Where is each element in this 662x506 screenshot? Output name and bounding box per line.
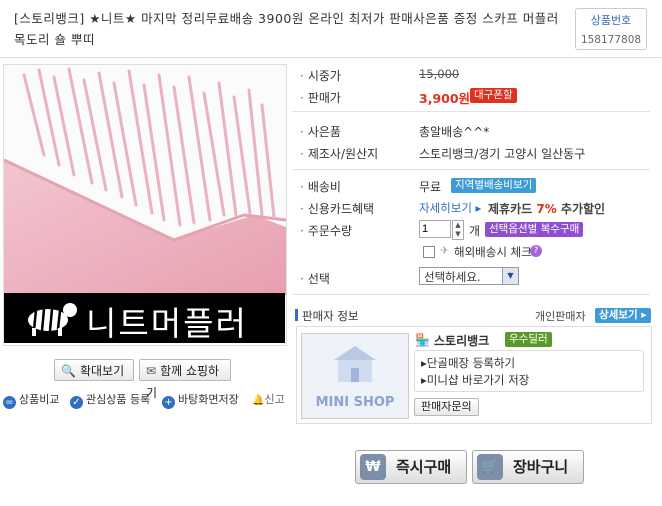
maker-label: 제조사/원산지 <box>300 145 378 162</box>
mini-shop-label: MINI SHOP <box>315 395 395 410</box>
card-detail-link[interactable]: 자세히보기 ▸ <box>419 200 481 216</box>
divider <box>292 169 650 170</box>
overseas-label: 해외배송시 체크 <box>454 245 532 259</box>
quantity-label: 주문수량 <box>300 222 352 239</box>
cart-label: 장바구니 <box>513 458 569 476</box>
won-icon: ₩ <box>360 454 386 480</box>
seller-detail-button[interactable]: 상세보기 ▸ <box>595 308 651 323</box>
chevron-down-icon[interactable]: ▼ <box>502 268 518 284</box>
equals-icon: = <box>3 396 16 409</box>
magnifier-icon: 🔍 <box>61 364 76 378</box>
maker-value: 스토리뱅크/경기 고양시 일산동구 <box>419 147 586 161</box>
coupon-badge[interactable]: 대구폰할 <box>470 88 517 103</box>
section-marker <box>295 309 298 321</box>
product-banner: 니트머플러 <box>4 293 285 343</box>
product-code-value: 158177808 <box>580 34 642 46</box>
wishlist-link[interactable]: ✓ 관심상품 등록 <box>70 392 150 409</box>
quantity-input[interactable] <box>419 220 451 238</box>
store-icon: 🏪 <box>415 333 430 347</box>
desktop-save-link[interactable]: + 바탕화면저장 <box>162 392 239 409</box>
quantity-stepper[interactable]: ▲ ▼ <box>452 220 464 240</box>
favorite-store-link[interactable]: ▸단골매장 등록하기 <box>421 355 515 371</box>
list-price-value: 15,000 <box>419 67 460 81</box>
divider <box>292 111 650 112</box>
shop-together-button[interactable]: ✉ 함께 쇼핑하기 <box>139 359 231 400</box>
shipping-fee-label: 배송비 <box>300 178 341 195</box>
gift-value: 총알배송^^* <box>419 125 490 139</box>
shipping-fee-value: 무료 <box>419 180 442 194</box>
zoom-button[interactable]: 🔍 확대보기 <box>54 359 134 381</box>
favorite-store-label: 단골매장 등록하기 <box>426 356 516 370</box>
plus-icon: + <box>162 396 175 409</box>
wishlist-label: 관심상품 등록 <box>86 393 151 406</box>
card-percent: 7% <box>536 202 557 216</box>
envelope-icon: ✉ <box>146 364 157 378</box>
compare-link[interactable]: = 상품비교 <box>3 392 59 409</box>
help-icon[interactable]: ? <box>530 245 542 257</box>
mini-shop-image[interactable]: MINI SHOP <box>301 333 409 419</box>
seller-contact-button[interactable]: 판매자문의 <box>414 398 479 416</box>
card-benefit-label: 신용카드혜택 <box>300 200 374 217</box>
seller-info-header: 판매자 정보 <box>302 309 359 323</box>
check-icon: ✓ <box>70 396 83 409</box>
sale-price-label: 판매가 <box>300 89 341 106</box>
option-select-value: 선택하세요. <box>424 270 481 284</box>
card-partner-label: 제휴카드 <box>488 202 533 216</box>
cart-icon: 🛒 <box>477 454 503 480</box>
card-suffix: 추가할인 <box>560 202 606 216</box>
regional-shipping-button[interactable]: 지역별배송비보기 <box>451 178 537 193</box>
product-code-label: 상품번호 <box>590 14 632 27</box>
divider <box>292 294 650 295</box>
mini-shop-link[interactable]: ▸미니샵 바로가기 저장 <box>421 372 529 388</box>
cart-button[interactable]: 🛒 장바구니 <box>472 450 584 484</box>
quantity-unit: 개 <box>469 224 481 238</box>
report-label: 신고 <box>264 393 285 406</box>
zebra-icon <box>28 303 77 336</box>
desktop-save-label: 바탕화면저장 <box>178 393 239 406</box>
airplane-icon: ✈ <box>440 244 450 257</box>
seller-grade-badge: 우수딜러 <box>505 332 552 347</box>
gift-label: 사은품 <box>300 123 341 140</box>
compare-label: 상품비교 <box>19 393 60 406</box>
product-title: [스토리뱅크] ★니트★ 마지막 정리무료배송 3900원 온라인 최저가 판매… <box>14 11 559 47</box>
product-code-box: 상품번호 158177808 <box>575 8 647 50</box>
overseas-checkbox[interactable] <box>423 246 435 258</box>
sale-price-value: 3,900원 <box>419 91 471 106</box>
scarf-illustration <box>4 65 286 295</box>
card-text: 제휴카드 7% 추가할인 <box>488 200 605 217</box>
divider <box>0 57 662 58</box>
multi-option-button[interactable]: 선택옵션별 복수구매 <box>485 222 584 237</box>
option-select[interactable]: 선택하세요. ▼ <box>419 267 519 285</box>
seller-name[interactable]: 스토리뱅크 <box>434 332 489 349</box>
list-price-label: 시중가 <box>300 67 341 84</box>
buy-now-label: 즉시구매 <box>396 458 452 476</box>
zoom-label: 확대보기 <box>79 364 125 378</box>
seller-type: 개인판매자 <box>535 310 586 323</box>
mini-shop-link-label: 미니샵 바로가기 저장 <box>426 373 530 387</box>
report-link[interactable]: 🔔신고 <box>252 392 285 409</box>
option-label: 선택 <box>300 270 330 287</box>
buy-now-button[interactable]: ₩ 즉시구매 <box>355 450 467 484</box>
bell-icon: 🔔 <box>252 395 265 406</box>
banner-text: 니트머플러 <box>86 304 248 343</box>
shop-icon <box>334 346 376 382</box>
